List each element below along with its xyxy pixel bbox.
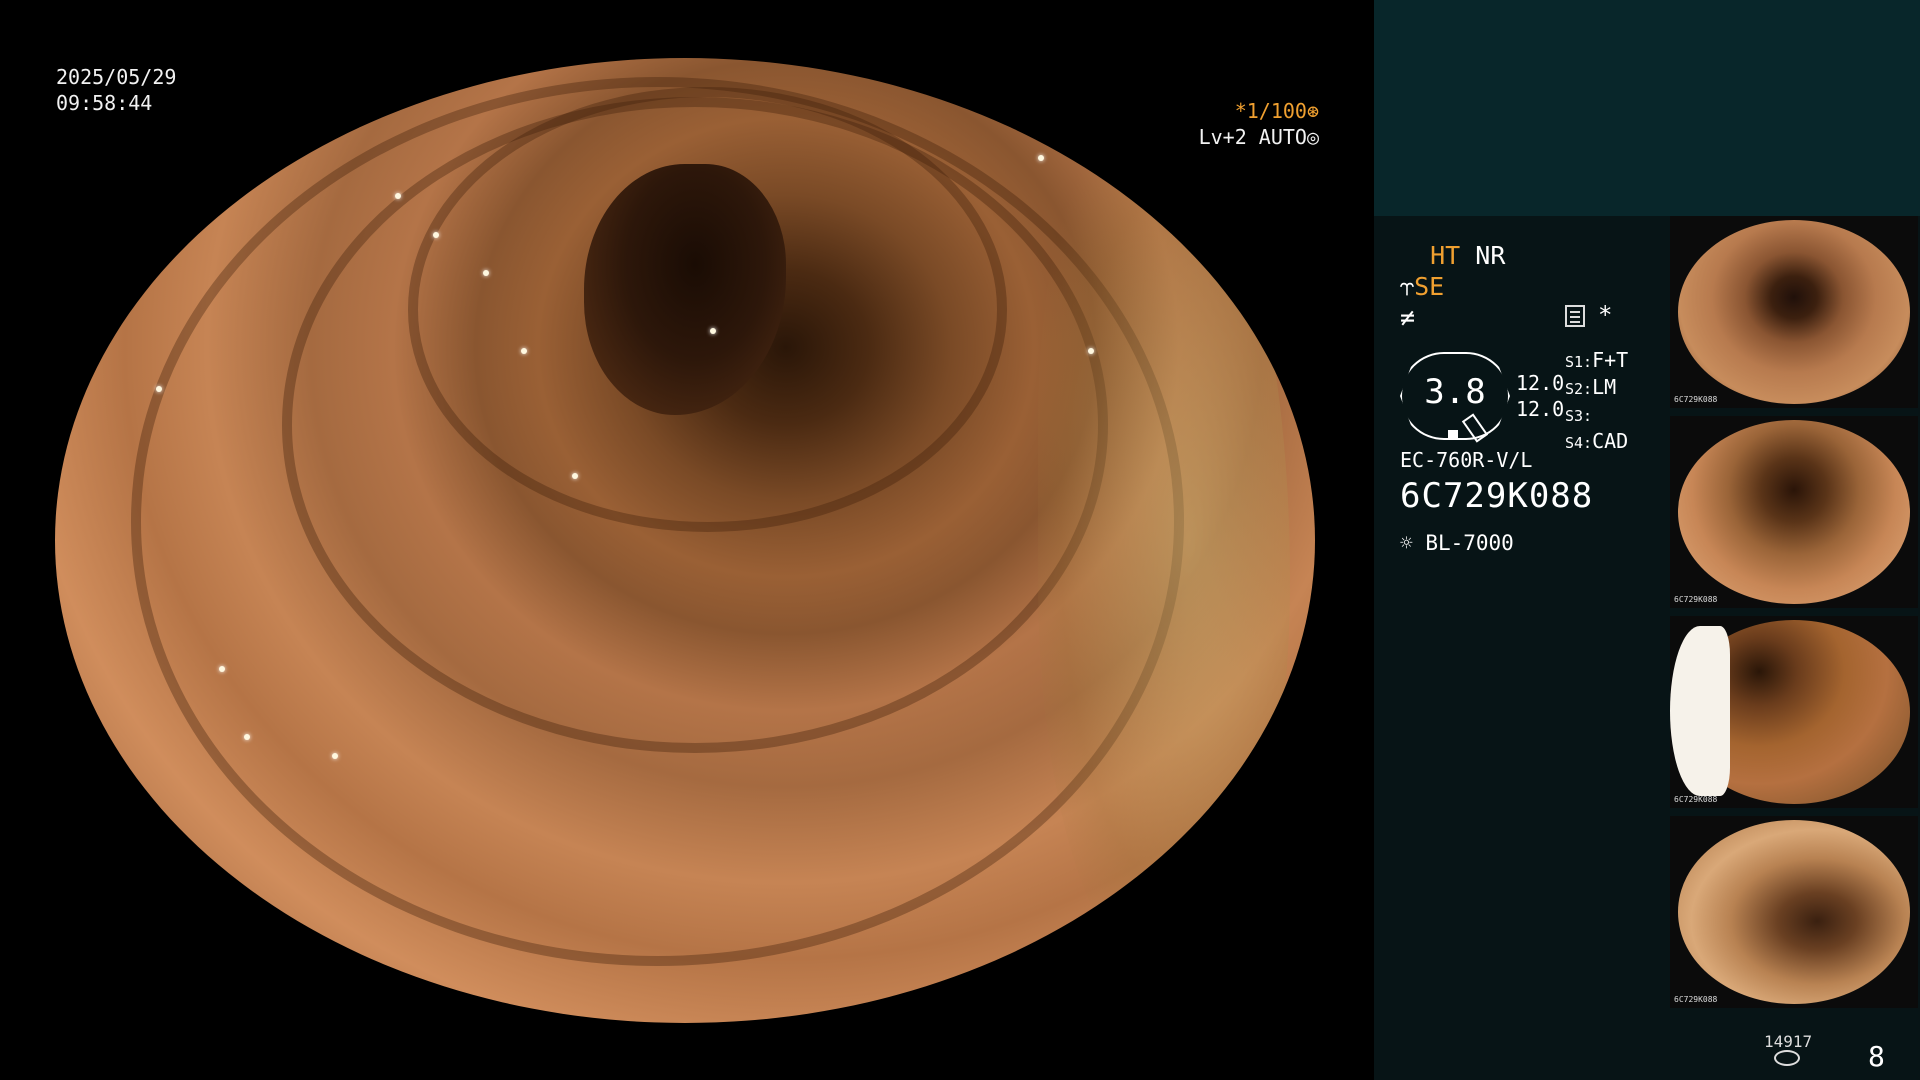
switch-value: CAD [1592,429,1629,453]
image-count: 14917 [1764,1032,1813,1051]
time-text: 09:58:44 [56,91,153,115]
mode-se: SE [1414,272,1445,301]
light-source: ☼ BL-7000 [1400,531,1514,555]
light-reflection [332,752,339,759]
date-text: 2025/05/29 [56,65,177,89]
mode-ht: HT [1430,241,1461,270]
switch-value: LM [1592,375,1617,399]
thumbnail-image [1678,420,1910,604]
thumbnail-label: 6C729K088 [1674,795,1718,804]
light-reflection [433,231,439,238]
switch-value: F+T [1592,348,1629,372]
page-number: 8 [1868,1040,1885,1073]
capture-thumbnail[interactable]: 6C729K088 [1670,616,1918,808]
value-readout: 12.0 [1516,397,1565,421]
foam-region [1037,115,1290,966]
switch-key: S2: [1565,380,1593,398]
value-readouts: 12.0 12.0 [1516,370,1564,422]
light-reflection [155,386,162,393]
switch-key: S3: [1565,407,1593,425]
lamp-icon: ☼ [1400,531,1413,555]
storage-icon [1774,1050,1800,1066]
iris-icon: ⊛ [1306,99,1319,123]
capture-thumbnail[interactable]: 6C729K088 [1670,816,1918,1008]
light-reflection [218,665,225,672]
light-reflection [1088,347,1095,354]
not-equal-icon: ≠ [1400,303,1416,332]
thumbnail-image [1678,220,1910,404]
image-modes: HT NR ⥾SE ≠ [1400,240,1505,333]
mode-nr: NR [1475,241,1506,270]
light-reflection [244,733,250,740]
light-reflection [571,472,578,479]
switch-assignments: S1:F+T S2:LM S3: S4:CAD [1565,348,1628,456]
thumbnail-highlight [1670,626,1730,796]
value-readout: 12.0 [1516,371,1565,395]
level-text: Lv+2 AUTO [1198,125,1307,149]
zoom-value: 3.8 [1424,372,1486,412]
star-indicator: * [1598,301,1613,329]
thumbnail-image [1678,820,1910,1004]
capture-thumbnail[interactable]: 6C729K088 [1670,216,1918,408]
enhance-icon: ⥾ [1400,272,1415,301]
panel-header-area [1374,0,1920,216]
thumbnail-label: 6C729K088 [1674,395,1718,404]
light-reflection [521,347,528,354]
switch-key: S1: [1565,353,1593,371]
auto-iris-icon: ◎ [1306,125,1319,149]
zoom-marker [1448,430,1458,438]
thumbnail-label: 6C729K088 [1674,595,1718,604]
scope-model: EC-760R-V/L [1400,448,1533,472]
scope-serial: 6C729K088 [1400,476,1594,516]
endoscope-main-view [55,58,1315,1023]
menu-icon [1565,305,1585,327]
date-time-display: 2025/05/29 09:58:44 [56,64,176,116]
switch-key: S4: [1565,434,1593,452]
light-source-label: BL-7000 [1425,531,1514,555]
thumbnail-label: 6C729K088 [1674,995,1718,1004]
shutter-text: *1/100 [1234,99,1307,123]
exposure-info: *1/100⊛ Lv+2 AUTO◎ [1199,98,1319,150]
light-reflection [1037,154,1044,161]
capture-thumbnail[interactable]: 6C729K088 [1670,416,1918,608]
